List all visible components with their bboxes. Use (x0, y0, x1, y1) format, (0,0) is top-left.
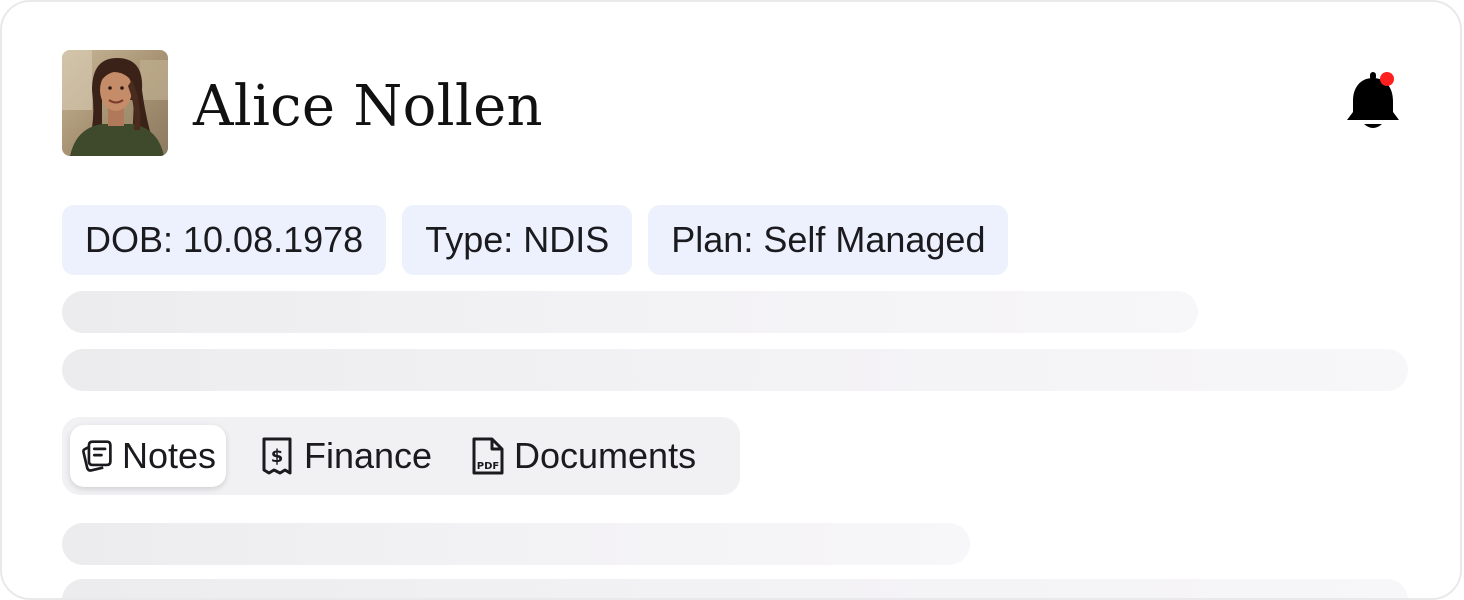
type-chip: Type: NDIS (402, 205, 633, 275)
notification-button[interactable] (1344, 70, 1402, 134)
client-profile-card: Alice Nollen DOB: 10.08.1978 Type: NDIS … (0, 0, 1462, 600)
tab-finance-label: Finance (304, 435, 433, 476)
tab-finance[interactable]: $ Finance (258, 425, 432, 487)
plan-chip: Plan: Self Managed (648, 205, 1009, 275)
avatar (62, 50, 168, 156)
tab-bar: Notes $ Finance PDF Documents (62, 417, 740, 495)
notification-dot (1380, 72, 1394, 86)
client-name: Alice Nollen (193, 74, 543, 139)
tab-notes[interactable]: Notes (70, 425, 226, 487)
svg-text:$: $ (271, 446, 284, 467)
svg-text:PDF: PDF (477, 461, 499, 472)
skeleton-line (62, 579, 1408, 598)
pdf-file-icon: PDF (472, 437, 504, 475)
receipt-dollar-icon: $ (262, 437, 292, 475)
dob-chip: DOB: 10.08.1978 (62, 205, 387, 275)
skeleton-line (62, 349, 1408, 391)
skeleton-line (62, 523, 970, 565)
tab-documents-label: Documents (514, 435, 697, 476)
client-info-chips: DOB: 10.08.1978 Type: NDIS Plan: Self Ma… (62, 205, 1009, 275)
tab-notes-label: Notes (121, 435, 216, 476)
tab-documents[interactable]: PDF Documents (468, 425, 696, 487)
notes-icon (82, 440, 112, 472)
skeleton-line (62, 291, 1198, 333)
